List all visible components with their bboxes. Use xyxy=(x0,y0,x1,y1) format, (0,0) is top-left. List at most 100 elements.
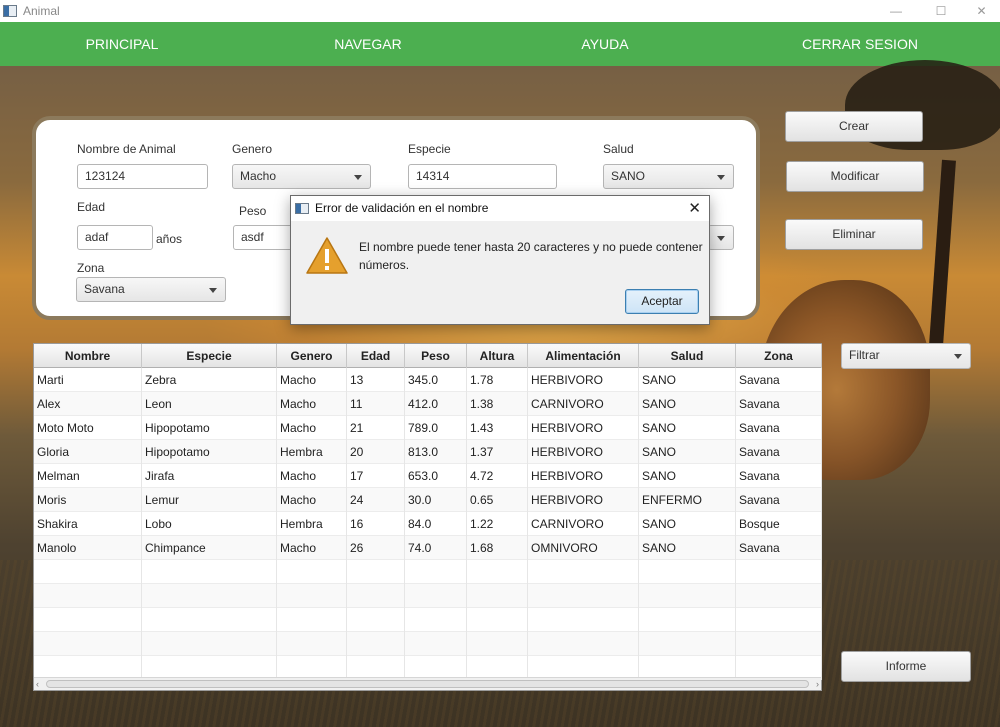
zona-select-value: Savana xyxy=(84,282,125,296)
table-row[interactable]: Alex Leon Macho 11 412.0 1.38 CARNIVORO SANO Sav… xyxy=(34,392,822,416)
table-row[interactable]: Manolo Chimpance Macho 26 74.0 1.68 OMNIVORO SA… xyxy=(34,536,822,560)
chevron-down-icon xyxy=(354,175,362,180)
close-window-button[interactable]: ✕ xyxy=(963,0,1000,22)
scroll-right-icon[interactable]: › xyxy=(816,679,819,689)
table-row[interactable]: Moto Moto Hipopotamo Macho 21 789.0 1.43 HERBI… xyxy=(34,416,822,440)
cell-zona: Savana xyxy=(736,488,822,512)
close-icon[interactable]: ✕ xyxy=(688,196,701,221)
peso-input[interactable]: asdf xyxy=(233,225,293,250)
genero-select[interactable]: Macho xyxy=(232,164,371,189)
alimentacion-select[interactable] xyxy=(708,225,734,250)
nombre-label: Nombre de Animal xyxy=(77,142,176,156)
cell-altura xyxy=(467,584,528,608)
menu-ayuda[interactable]: AYUDA xyxy=(545,22,665,66)
genero-select-value: Macho xyxy=(240,169,277,183)
cell-genero: Macho xyxy=(277,536,347,560)
column-header-salud[interactable]: Salud xyxy=(639,344,736,368)
cell-nombre xyxy=(34,584,142,608)
eliminar-button[interactable]: Eliminar xyxy=(785,219,923,250)
salud-select[interactable]: SANO xyxy=(603,164,734,189)
especie-label: Especie xyxy=(408,142,451,156)
cell-salud: ENFERMO xyxy=(639,488,736,512)
validation-error-dialog: Error de validación en el nombre ✕ El no… xyxy=(290,195,710,325)
table-row[interactable] xyxy=(34,584,822,608)
zona-select[interactable]: Savana xyxy=(76,277,226,302)
nombre-input[interactable]: 123124 xyxy=(77,164,208,189)
cell-peso: 789.0 xyxy=(405,416,467,440)
cell-nombre: Melman xyxy=(34,464,142,488)
table-row[interactable]: Melman Jirafa Macho 17 653.0 4.72 HERBIVORO SAN… xyxy=(34,464,822,488)
column-header-alimentacion[interactable]: Alimentación xyxy=(528,344,639,368)
table-row[interactable] xyxy=(34,560,822,584)
aceptar-button[interactable]: Aceptar xyxy=(625,289,699,314)
especie-input[interactable]: 14314 xyxy=(408,164,557,189)
chevron-down-icon xyxy=(954,354,962,359)
table-row[interactable]: Moris Lemur Macho 24 30.0 0.65 HERBIVORO ENFERM… xyxy=(34,488,822,512)
cell-especie xyxy=(142,584,277,608)
cell-nombre xyxy=(34,560,142,584)
cell-alimentacion: CARNIVORO xyxy=(528,512,639,536)
column-header-especie[interactable]: Especie xyxy=(142,344,277,368)
cell-altura xyxy=(467,608,528,632)
column-header-genero[interactable]: Genero xyxy=(277,344,347,368)
cell-especie: Chimpance xyxy=(142,536,277,560)
maximize-button[interactable]: ☐ xyxy=(918,0,964,22)
cell-salud xyxy=(639,608,736,632)
cell-genero xyxy=(277,608,347,632)
menu-principal[interactable]: PRINCIPAL xyxy=(62,22,182,66)
modificar-button[interactable]: Modificar xyxy=(786,161,924,192)
crear-button[interactable]: Crear xyxy=(785,111,923,142)
cell-edad xyxy=(347,608,405,632)
scrollbar-thumb[interactable] xyxy=(46,680,809,688)
cell-alimentacion: HERBIVORO xyxy=(528,464,639,488)
table-row[interactable]: Gloria Hipopotamo Hembra 20 813.0 1.37 HERBIVO… xyxy=(34,440,822,464)
salud-select-value: SANO xyxy=(611,169,646,183)
cell-especie xyxy=(142,608,277,632)
cell-altura: 1.43 xyxy=(467,416,528,440)
cell-altura: 1.38 xyxy=(467,392,528,416)
cell-genero xyxy=(277,560,347,584)
animals-table: Nombre Especie Genero Edad Peso Altura Aliment… xyxy=(33,343,822,691)
column-header-altura[interactable]: Altura xyxy=(467,344,528,368)
cell-especie: Hipopotamo xyxy=(142,416,277,440)
edad-input[interactable]: adaf xyxy=(77,225,153,250)
peso-label: Peso xyxy=(239,204,267,218)
cell-edad: 21 xyxy=(347,416,405,440)
cell-zona: Savana xyxy=(736,416,822,440)
table-row[interactable] xyxy=(34,608,822,632)
scroll-left-icon[interactable]: ‹ xyxy=(36,679,39,689)
cell-edad: 16 xyxy=(347,512,405,536)
table-row[interactable]: Marti Zebra Macho 13 345.0 1.78 HERBIVORO SANO S… xyxy=(34,368,822,392)
cell-salud xyxy=(639,560,736,584)
cell-peso: 813.0 xyxy=(405,440,467,464)
cell-genero: Macho xyxy=(277,392,347,416)
cell-altura: 1.37 xyxy=(467,440,528,464)
table-row[interactable]: Shakira Lobo Hembra 16 84.0 1.22 CARNIVORO SANO… xyxy=(34,512,822,536)
cell-peso xyxy=(405,632,467,656)
dialog-message: El nombre puede tener hasta 20 caractere… xyxy=(359,240,703,272)
cell-alimentacion: HERBIVORO xyxy=(528,488,639,512)
menu-navegar[interactable]: NAVEGAR xyxy=(308,22,428,66)
genero-label: Genero xyxy=(232,142,273,156)
cell-genero xyxy=(277,632,347,656)
filtrar-select[interactable]: Filtrar xyxy=(841,343,971,369)
column-header-zona[interactable]: Zona xyxy=(736,344,822,368)
minimize-button[interactable]: — xyxy=(873,0,919,22)
cell-nombre xyxy=(34,608,142,632)
horizontal-scrollbar[interactable]: ‹ › xyxy=(34,677,821,690)
table-row[interactable] xyxy=(34,632,822,656)
cell-salud: SANO xyxy=(639,512,736,536)
column-header-edad[interactable]: Edad xyxy=(347,344,405,368)
cell-peso: 74.0 xyxy=(405,536,467,560)
app-icon xyxy=(295,203,309,214)
cell-especie: Jirafa xyxy=(142,464,277,488)
cell-altura: 1.22 xyxy=(467,512,528,536)
cell-genero: Macho xyxy=(277,464,347,488)
cell-nombre xyxy=(34,632,142,656)
informe-button[interactable]: Informe xyxy=(841,651,971,682)
cell-edad: 26 xyxy=(347,536,405,560)
cell-nombre: Gloria xyxy=(34,440,142,464)
column-header-nombre[interactable]: Nombre xyxy=(34,344,142,368)
column-header-peso[interactable]: Peso xyxy=(405,344,467,368)
cell-salud: SANO xyxy=(639,536,736,560)
